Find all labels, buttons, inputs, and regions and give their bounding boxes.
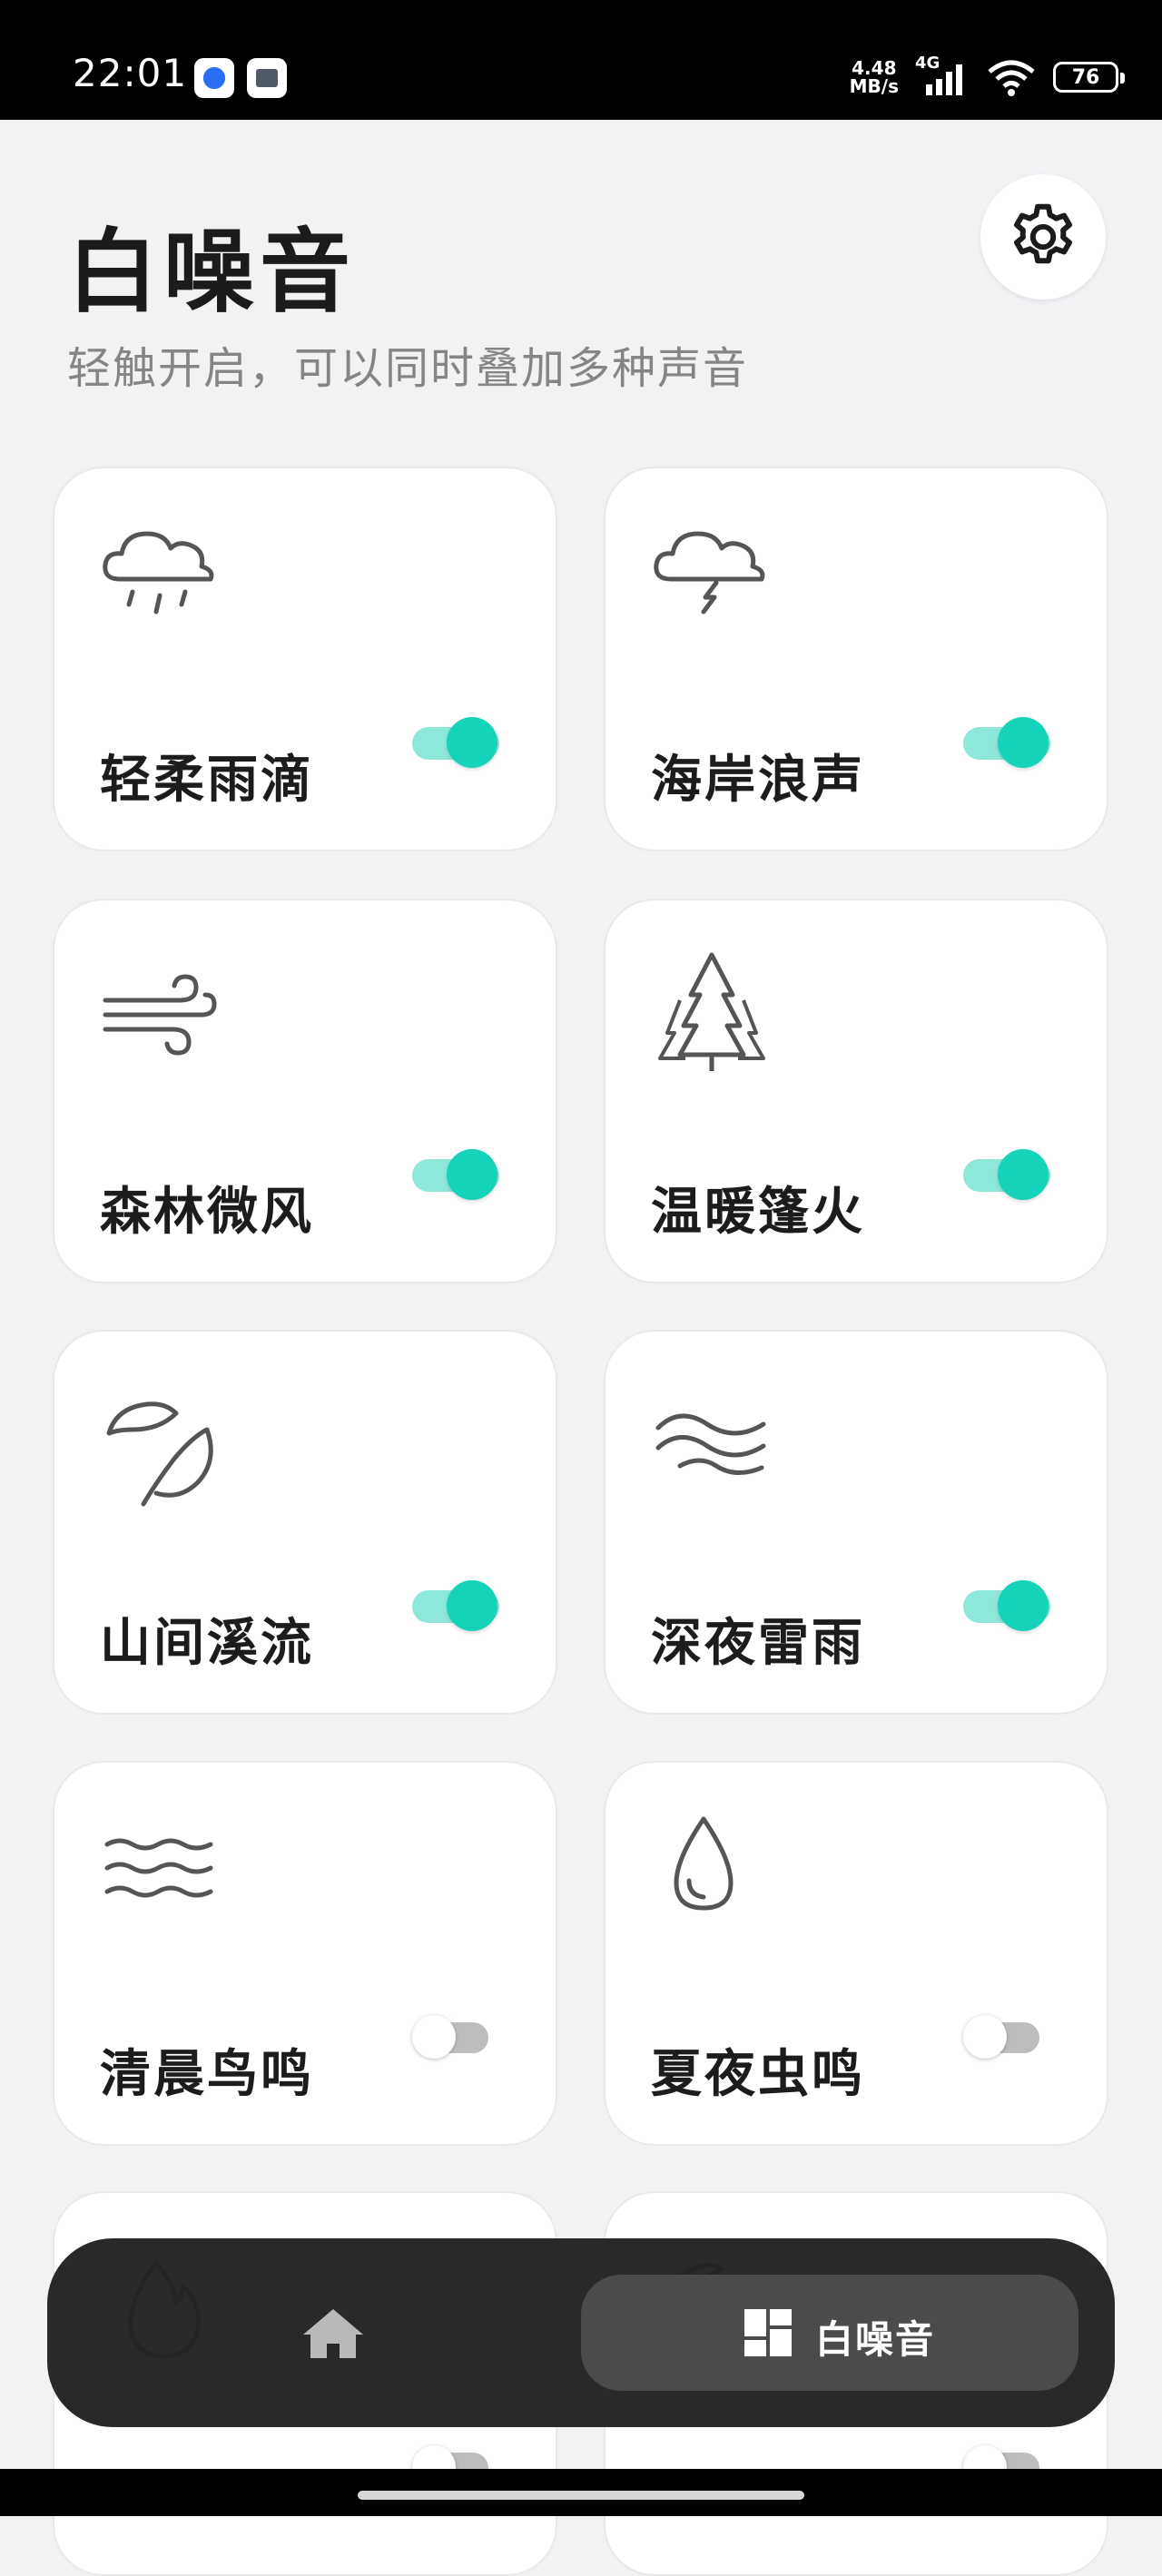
notification-app-icon — [247, 58, 287, 98]
sound-toggle[interactable] — [963, 2010, 1050, 2064]
sound-name: 深夜雷雨 — [651, 1614, 865, 1673]
sound-toggle[interactable] — [963, 715, 1050, 770]
sound-card-4[interactable]: 山间溪流 — [53, 1330, 557, 1715]
status-time: 22:01 — [73, 51, 188, 95]
notification-app-icon — [194, 58, 234, 98]
sound-card-0[interactable]: 轻柔雨滴 — [53, 467, 557, 851]
status-bar: 22:01 4.48 MB/s 4G 76 — [0, 0, 1162, 120]
nav-active-label: 白噪音 — [815, 2317, 936, 2362]
sound-card-2[interactable]: 森林微风 — [53, 899, 557, 1283]
sound-name: 山间溪流 — [100, 1614, 314, 1673]
sound-toggle[interactable] — [963, 1147, 1050, 1202]
page-subtitle: 轻触开启，可以同时叠加多种声音 — [67, 343, 749, 394]
gesture-bar — [0, 2469, 1162, 2516]
grid-icon — [744, 2309, 792, 2356]
water-drop-icon — [674, 1816, 734, 1911]
sound-toggle[interactable] — [412, 1578, 499, 1633]
home-indicator[interactable] — [358, 2491, 804, 2500]
bottom-navigation: 白噪音 — [47, 2238, 1115, 2427]
rain-cloud-icon — [103, 531, 214, 615]
sound-toggle[interactable] — [412, 1147, 499, 1202]
cellular-signal-icon: 4G — [915, 54, 970, 97]
sound-toggle[interactable] — [963, 1578, 1050, 1633]
nav-home-button[interactable] — [292, 2302, 374, 2365]
water-lines-icon — [104, 1838, 213, 1898]
nav-white-noise-tab[interactable]: 白噪音 — [581, 2275, 1078, 2391]
wind-icon — [103, 974, 217, 1056]
sound-toggle[interactable] — [412, 2010, 499, 2064]
gear-icon — [1013, 203, 1073, 264]
page-title: 白噪音 — [67, 219, 356, 325]
sound-card-3[interactable]: 温暖篷火 — [604, 899, 1108, 1283]
sound-toggle[interactable] — [412, 715, 499, 770]
wifi-icon — [988, 60, 1035, 96]
sound-card-6[interactable]: 清晨鸟鸣 — [53, 1761, 557, 2146]
battery-icon: 76 — [1053, 62, 1125, 93]
sound-name: 夏夜虫鸣 — [651, 2045, 865, 2104]
sound-name: 清晨鸟鸣 — [100, 2045, 314, 2104]
home-icon — [303, 2309, 363, 2358]
sound-name: 森林微风 — [100, 1183, 314, 1242]
thunder-cloud-icon — [654, 531, 765, 615]
settings-button[interactable] — [980, 174, 1106, 300]
pine-trees-icon — [658, 952, 765, 1071]
sound-name: 海岸浪声 — [651, 751, 865, 810]
sound-name: 轻柔雨滴 — [100, 751, 314, 810]
network-speed: 4.48 MB/s — [849, 57, 899, 97]
sound-card-1[interactable]: 海岸浪声 — [604, 467, 1108, 851]
sound-name: 温暖篷火 — [651, 1183, 865, 1242]
sound-card-5[interactable]: 深夜雷雨 — [604, 1330, 1108, 1715]
waves-icon — [655, 1413, 766, 1475]
sound-card-7[interactable]: 夏夜虫鸣 — [604, 1761, 1108, 2146]
status-indicators: 4.48 MB/s 4G 76 — [849, 54, 1125, 100]
leaf-icon — [106, 1401, 213, 1507]
